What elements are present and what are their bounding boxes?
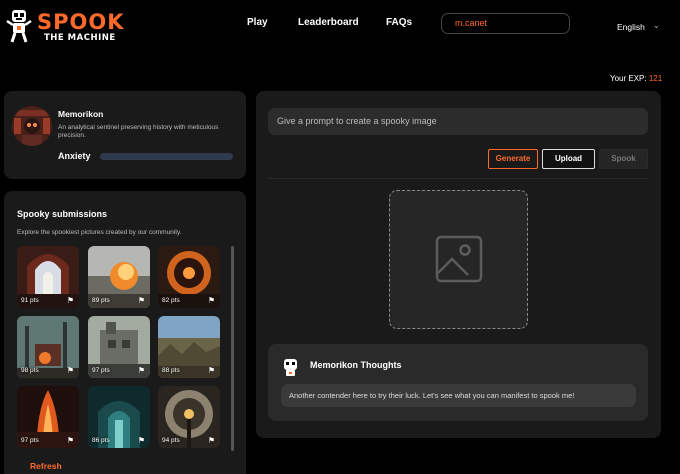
character-name: Memorikon: [58, 109, 104, 119]
submission-points: 91 pts: [21, 297, 39, 304]
submission-card[interactable]: 97 pts ⚑: [88, 316, 150, 378]
refresh-button[interactable]: Refresh: [30, 461, 62, 471]
language-select[interactable]: English ⌄: [617, 21, 660, 32]
scrollbar[interactable]: [231, 246, 234, 451]
submission-card[interactable]: 82 pts ⚑: [158, 246, 220, 308]
submissions-panel: Spooky submissions Explore the spookiest…: [4, 191, 246, 474]
upload-button[interactable]: Upload: [542, 149, 595, 169]
thoughts-message: Another contender here to try their luck…: [281, 384, 636, 407]
submission-points: 94 pts: [162, 437, 180, 444]
submissions-title: Spooky submissions: [17, 209, 108, 219]
flag-icon[interactable]: ⚑: [208, 366, 215, 375]
submission-card[interactable]: 89 pts ⚑: [88, 246, 150, 308]
thoughts-box: Memorikon Thoughts Another contender her…: [268, 344, 648, 421]
flag-icon[interactable]: ⚑: [67, 296, 74, 305]
scrollbar-thumb[interactable]: [231, 246, 234, 451]
spook-button[interactable]: Spook: [599, 149, 648, 169]
submission-card[interactable]: 91 pts ⚑: [17, 246, 79, 308]
logo-subtitle: THE MACHINE: [44, 33, 116, 43]
submission-points: 88 pts: [162, 367, 180, 374]
image-placeholder-icon: [435, 235, 483, 283]
submission-card[interactable]: 94 pts ⚑: [158, 386, 220, 448]
submission-card[interactable]: 98 pts ⚑: [17, 316, 79, 378]
logo-title: SPOOK: [37, 10, 125, 34]
generate-button[interactable]: Generate: [488, 149, 538, 169]
creator-panel: Give a prompt to create a spooky image G…: [256, 91, 661, 438]
flag-icon[interactable]: ⚑: [138, 366, 145, 375]
thoughts-title: Memorikon Thoughts: [310, 360, 402, 370]
flag-icon[interactable]: ⚑: [67, 436, 74, 445]
exp-value: 121: [648, 74, 663, 83]
flag-icon[interactable]: ⚑: [138, 296, 145, 305]
nav-leaderboard[interactable]: Leaderboard: [298, 17, 359, 28]
character-description: An analytical sentinel preserving histor…: [58, 124, 219, 139]
prompt-input[interactable]: Give a prompt to create a spooky image: [268, 108, 648, 135]
submission-card[interactable]: 86 pts ⚑: [88, 386, 150, 448]
divider: [268, 178, 648, 179]
submission-points: 86 pts: [92, 437, 110, 444]
logo[interactable]: SPOOK THE MACHINE: [6, 9, 126, 45]
username-field[interactable]: m.canet: [441, 13, 570, 34]
submission-points: 89 pts: [92, 297, 110, 304]
submission-card[interactable]: 97 pts ⚑: [17, 386, 79, 448]
submission-card[interactable]: 88 pts ⚑: [158, 316, 220, 378]
exp-label: Your EXP:: [610, 74, 647, 83]
language-label: English: [617, 22, 645, 32]
submission-points: 97 pts: [21, 437, 39, 444]
flag-icon[interactable]: ⚑: [138, 436, 145, 445]
mood-bar: [100, 153, 233, 160]
submission-points: 97 pts: [92, 367, 110, 374]
robot-icon: [284, 359, 297, 376]
exp-display: Your EXP: 121: [610, 74, 662, 83]
submission-points: 98 pts: [21, 367, 39, 374]
character-panel: Memorikon An analytical sentinel preserv…: [4, 91, 246, 179]
flag-icon[interactable]: ⚑: [208, 296, 215, 305]
robot-logo-icon: [6, 10, 32, 43]
submission-points: 82 pts: [162, 297, 180, 304]
chevron-down-icon: ⌄: [653, 21, 660, 30]
mood-label: Anxiety: [58, 151, 91, 161]
character-avatar: [12, 106, 52, 146]
flag-icon[interactable]: ⚑: [208, 436, 215, 445]
nav-faqs[interactable]: FAQs: [386, 17, 412, 28]
flag-icon[interactable]: ⚑: [67, 366, 74, 375]
submissions-description: Explore the spookiest pictures created b…: [17, 229, 182, 236]
nav-play[interactable]: Play: [247, 17, 268, 28]
image-dropzone[interactable]: [389, 190, 528, 329]
